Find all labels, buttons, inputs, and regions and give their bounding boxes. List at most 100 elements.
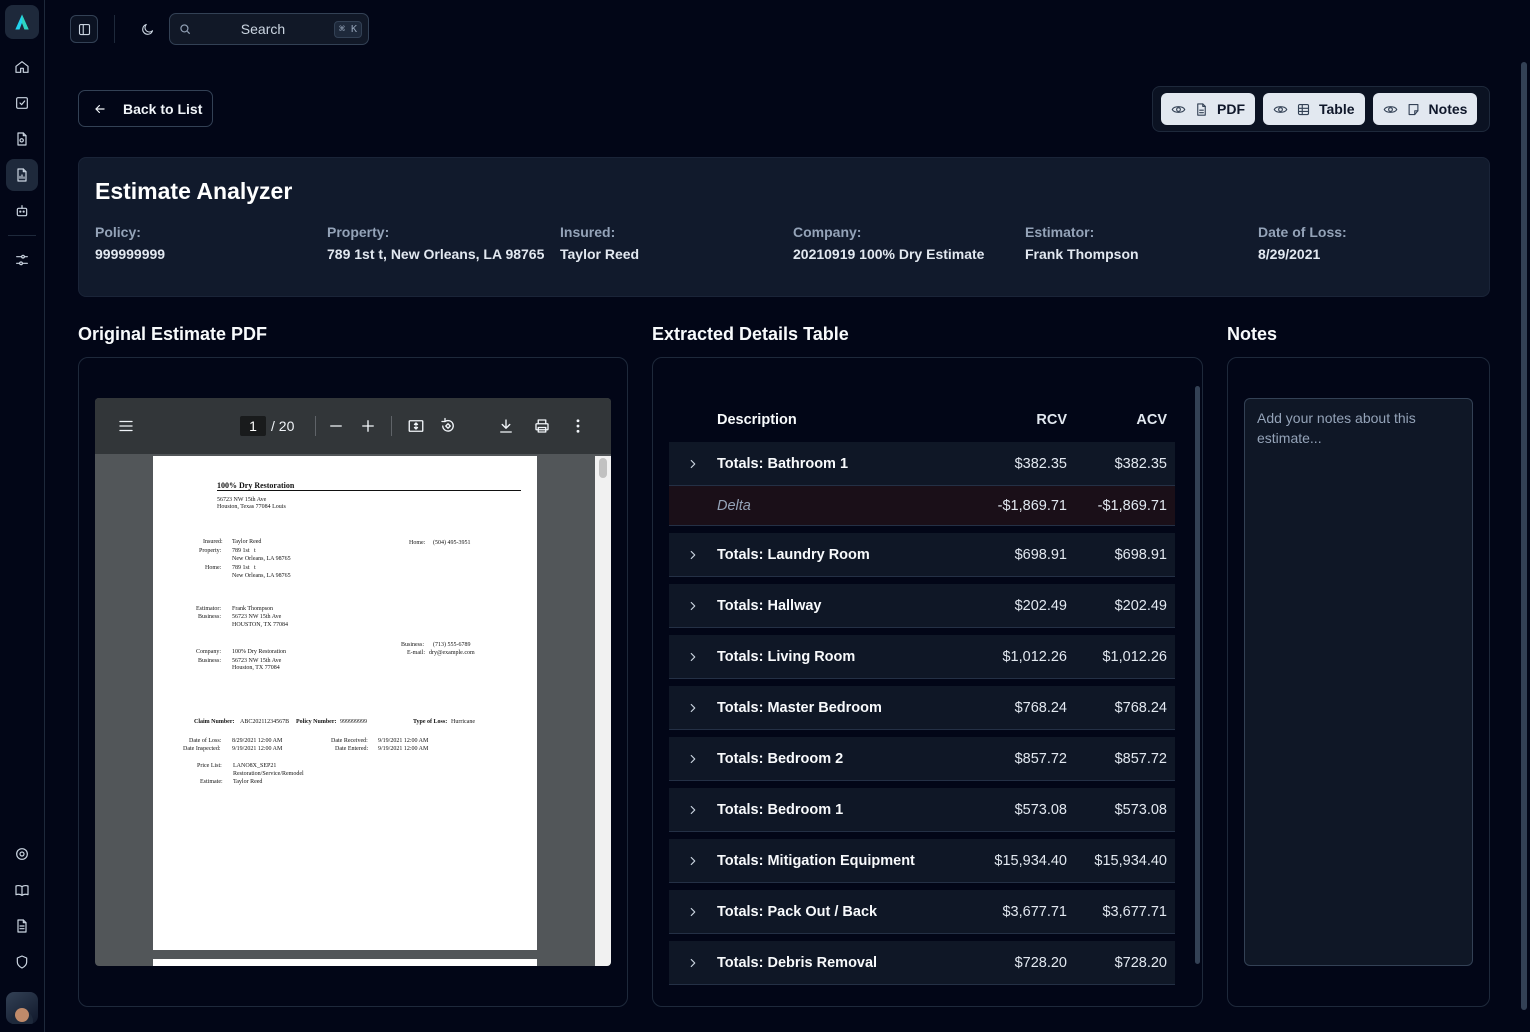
nav-estimate-analyzer[interactable]: [6, 159, 38, 191]
row-acv: $15,934.40: [1094, 852, 1167, 869]
pdf-section-title: Original Estimate PDF: [78, 324, 268, 344]
logo-icon: [15, 14, 29, 30]
user-avatar[interactable]: [6, 992, 38, 1024]
nav-support[interactable]: [6, 838, 38, 870]
menu-icon: [119, 420, 133, 432]
nav-documents[interactable]: [6, 123, 38, 155]
pdf-page: 100% Dry Restoration 56723 NW 15th Ave H…: [153, 456, 537, 950]
table-body: Totals: Bathroom 1 $382.35 $382.35 Delta -$1…: [669, 442, 1175, 985]
table-row[interactable]: Totals: Master Bedroom $768.24 $768.24: [669, 686, 1175, 730]
nav-settings[interactable]: [6, 244, 38, 276]
row-acv: -$1,869.71: [1097, 497, 1167, 514]
app-logo[interactable]: [5, 5, 39, 39]
table-row[interactable]: Totals: Debris Removal $728.20 $728.20: [669, 941, 1175, 985]
moon-icon: [141, 23, 153, 35]
expand-row-button[interactable]: [669, 701, 717, 715]
expand-row-button[interactable]: [669, 956, 717, 970]
table-scrollbar[interactable]: [1195, 386, 1200, 964]
doc-property1: 789 1st t: [232, 548, 256, 554]
toggle-pdf-button[interactable]: PDF: [1161, 93, 1255, 125]
expand-row-button[interactable]: [669, 650, 717, 664]
row-acv: $3,677.71: [1102, 903, 1167, 920]
row-rcv: $15,934.40: [994, 852, 1067, 869]
col-acv[interactable]: ACV: [1067, 412, 1175, 428]
row-rcv: -$1,869.71: [997, 497, 1067, 514]
table-row[interactable]: Totals: Hallway $202.49 $202.49: [669, 584, 1175, 628]
row-description: Totals: Bedroom 2: [717, 750, 844, 767]
pdf-viewer[interactable]: 1 / 20 100% Dry Restoration 56723 NW 15t…: [95, 398, 611, 966]
pdf-scrollbar-thumb[interactable]: [599, 458, 607, 478]
fit-page-button[interactable]: [407, 417, 425, 438]
nav-home[interactable]: [6, 51, 38, 83]
doc-dent: 9/19/2021 12:00 AM: [378, 746, 429, 752]
back-to-list-button[interactable]: Back to List: [78, 90, 213, 127]
row-rcv: $857.72: [1014, 750, 1067, 767]
rotate-button[interactable]: [439, 417, 457, 438]
pdf-page-input[interactable]: 1: [240, 416, 266, 436]
download-button[interactable]: [497, 417, 515, 438]
expand-row-button[interactable]: [669, 905, 717, 919]
toggle-notes-button[interactable]: Notes: [1372, 93, 1478, 125]
nav-bot[interactable]: [6, 195, 38, 227]
row-acv: $382.35: [1114, 455, 1167, 472]
col-rcv[interactable]: RCV: [967, 412, 1067, 428]
expand-row-button[interactable]: [669, 599, 717, 613]
col-description[interactable]: Description: [717, 412, 967, 428]
toggle-sidebar-button[interactable]: [70, 15, 98, 43]
table-row[interactable]: Totals: Living Room $1,012.26 $1,012.26: [669, 635, 1175, 679]
file-icon: [1197, 102, 1206, 116]
expand-row-button[interactable]: [669, 752, 717, 766]
plus-icon: [362, 420, 374, 432]
expand-row-button[interactable]: [669, 803, 717, 817]
table-icon: [1297, 103, 1310, 115]
expand-row-button[interactable]: [669, 457, 717, 471]
pdf-page-total: / 20: [271, 418, 295, 434]
page-scrollbar-thumb[interactable]: [1521, 62, 1527, 1010]
doc-loss-type: Hurricane: [451, 719, 475, 725]
doc-bus-phone: (713) 555-6789: [433, 642, 471, 648]
download-icon: [500, 419, 512, 433]
pdf-toolbar: 1 / 20: [95, 398, 611, 454]
minus-icon: [330, 425, 342, 427]
notes-textarea[interactable]: Add your notes about this estimate...: [1244, 398, 1473, 966]
toggle-notes-label: Notes: [1428, 101, 1468, 117]
search-input[interactable]: Search ⌘ K: [169, 13, 369, 45]
date-of-loss-value: 8/29/2021: [1258, 246, 1321, 262]
doc-drec: 9/19/2021 12:00 AM: [378, 738, 429, 744]
doc-loss-type-label: Type of Loss:: [413, 719, 448, 725]
nav-reports[interactable]: [6, 910, 38, 942]
doc-home1: 789 1st t: [232, 565, 256, 571]
company-label: Company:: [793, 224, 862, 240]
property-field: Property: 789 1st t, New Orleans, LA 987…: [327, 224, 547, 264]
date-of-loss-label: Date of Loss:: [1258, 224, 1347, 240]
doc-insured: Taylor Reed: [232, 539, 262, 545]
theme-toggle-button[interactable]: [133, 15, 161, 43]
table-row[interactable]: Totals: Laundry Room $698.91 $698.91: [669, 533, 1175, 577]
chevron-right-icon: [690, 754, 696, 763]
row-rcv: $768.24: [1014, 699, 1067, 716]
expand-row-button[interactable]: [669, 854, 717, 868]
doc-est: Taylor Reed: [233, 779, 263, 785]
page-scrollbar[interactable]: [1518, 0, 1530, 1032]
table-row[interactable]: Totals: Mitigation Equipment $15,934.40 $1…: [669, 839, 1175, 883]
more-options-button[interactable]: [569, 417, 587, 438]
expand-row-button[interactable]: [669, 548, 717, 562]
print-button[interactable]: [533, 417, 551, 438]
zoom-in-button[interactable]: [359, 417, 377, 438]
pdf-scrollbar[interactable]: [595, 456, 611, 966]
table-row[interactable]: Totals: Pack Out / Back $3,677.71 $3,677.7…: [669, 890, 1175, 934]
delta-row[interactable]: Delta -$1,869.71 -$1,869.71: [669, 486, 1175, 526]
zoom-out-button[interactable]: [327, 417, 345, 438]
page-title: Estimate Analyzer: [95, 178, 293, 204]
nav-docs[interactable]: [6, 874, 38, 906]
nav-security[interactable]: [6, 946, 38, 978]
row-description: Totals: Pack Out / Back: [717, 903, 878, 920]
table-row[interactable]: Totals: Bathroom 1 $382.35 $382.35: [669, 442, 1175, 486]
back-to-list-label: Back to List: [123, 100, 203, 117]
table-row[interactable]: Totals: Bedroom 2 $857.72 $857.72: [669, 737, 1175, 781]
row-description: Totals: Living Room: [717, 648, 856, 665]
table-row[interactable]: Totals: Bedroom 1 $573.08 $573.08: [669, 788, 1175, 832]
toggle-table-button[interactable]: Table: [1263, 93, 1365, 125]
pdf-menu-button[interactable]: [117, 417, 135, 438]
nav-tasks[interactable]: [6, 87, 38, 119]
